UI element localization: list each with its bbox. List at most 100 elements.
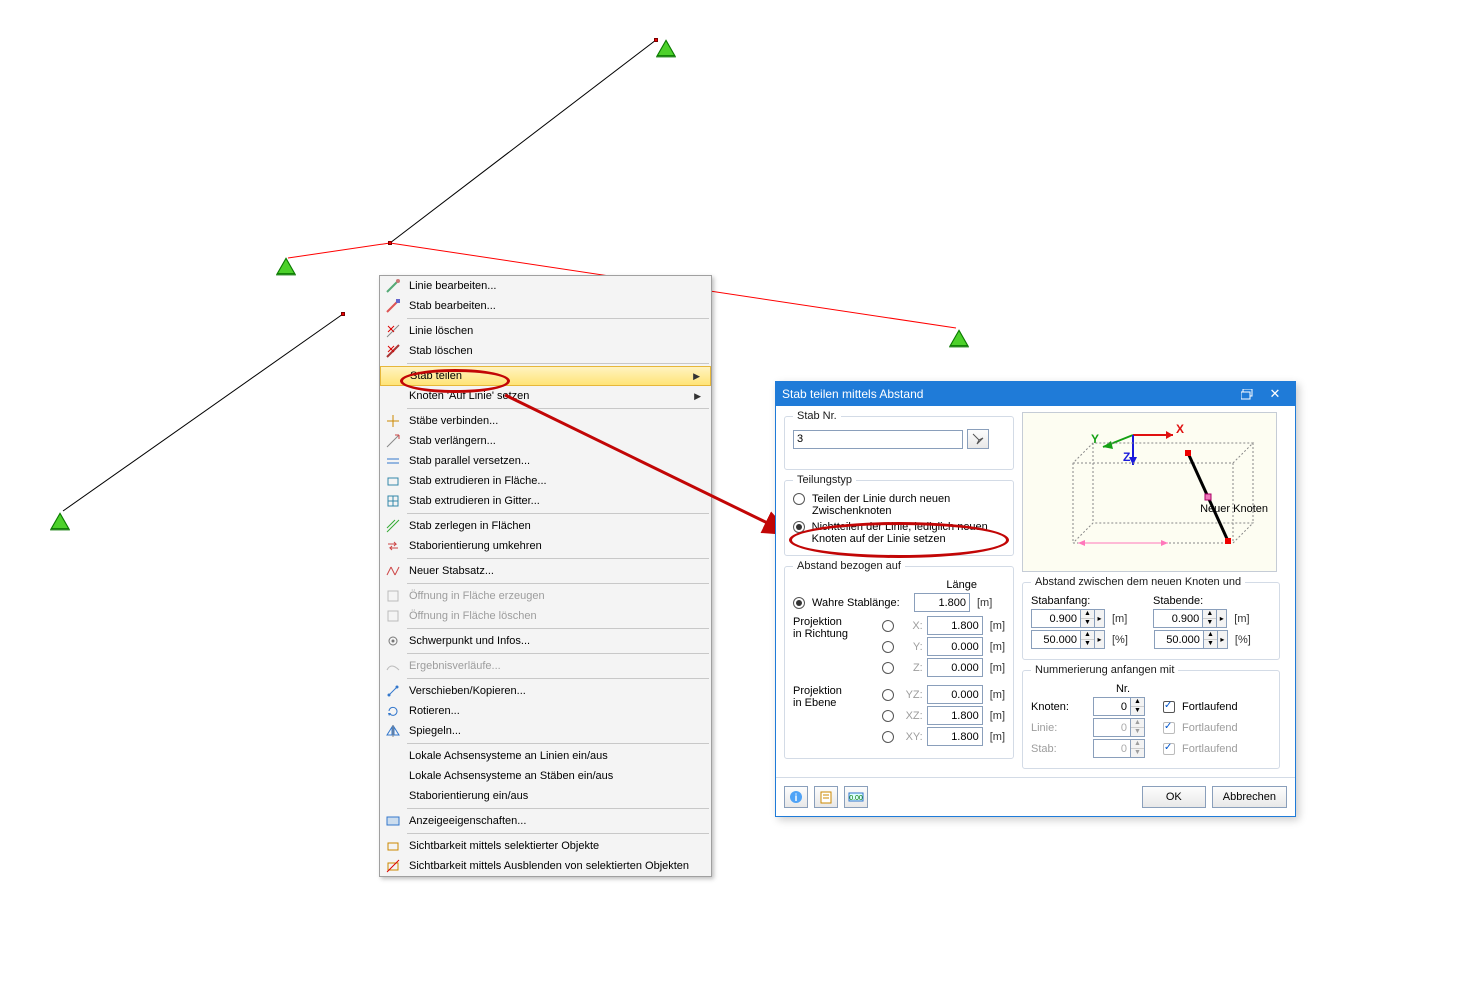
radio-z[interactable]: Z: [m] [855, 658, 1005, 677]
submenu-arrow-icon: ▶ [693, 371, 706, 382]
cancel-button[interactable]: Abbrechen [1212, 786, 1287, 808]
menu-stab-verlaengern[interactable]: Stab verlängern... [380, 431, 711, 451]
menu-stab-zerlegen[interactable]: Stab zerlegen in Flächen [380, 516, 711, 536]
stab-nr-num [1093, 739, 1131, 758]
len-x[interactable] [927, 616, 983, 635]
unit-label: [m] [990, 710, 1005, 722]
group-legend: Stab Nr. [793, 410, 841, 422]
extrude-surface-icon [385, 473, 401, 489]
menu-linie-bearbeiten[interactable]: Linie bearbeiten... [380, 276, 711, 296]
check-label: Fortlaufend [1182, 722, 1238, 734]
support-right[interactable] [948, 328, 970, 348]
node-center[interactable] [388, 241, 392, 245]
menu-linie-loeschen[interactable]: Linie löschen [380, 321, 711, 341]
menu-label: Knoten 'Auf Linie' setzen [405, 390, 694, 402]
display-icon [385, 813, 401, 829]
menu-label: Lokale Achsensysteme an Linien ein/aus [405, 750, 707, 762]
ok-button[interactable]: OK [1142, 786, 1206, 808]
support-top[interactable] [655, 38, 677, 58]
units-button[interactable]: 0.00 [844, 786, 868, 808]
ende-pct[interactable] [1154, 630, 1204, 649]
menu-achsen-staebe[interactable]: Lokale Achsensysteme an Stäben ein/aus [380, 766, 711, 786]
default-button[interactable] [814, 786, 838, 808]
menu-sichtbarkeit-sel[interactable]: Sichtbarkeit mittels selektierter Objekt… [380, 836, 711, 856]
menu-label: Anzeigeeigenschaften... [405, 815, 707, 827]
menu-stab-loeschen[interactable]: Stab löschen [380, 341, 711, 361]
menu-stab-teilen[interactable]: Stab teilen ▶ [380, 366, 711, 386]
help-button[interactable]: i [784, 786, 808, 808]
menu-knoten-auf-linie[interactable]: Knoten 'Auf Linie' setzen ▶ [380, 386, 711, 406]
extrude-grid-icon [385, 493, 401, 509]
support-lowerleft[interactable] [49, 511, 71, 531]
visibility-sel-icon [385, 838, 401, 854]
menu-stab-bearbeiten[interactable]: Stab bearbeiten... [380, 296, 711, 316]
anfang-m[interactable] [1031, 609, 1081, 628]
menu-rotieren[interactable]: Rotieren... [380, 701, 711, 721]
len-yz[interactable] [927, 685, 983, 704]
len-z[interactable] [927, 658, 983, 677]
node-midleft[interactable] [341, 312, 345, 316]
menu-label: Linie bearbeiten... [405, 280, 707, 292]
menu-extrudieren-gitter[interactable]: Stab extrudieren in Gitter... [380, 491, 711, 511]
offset-icon [385, 453, 401, 469]
help-icon: i [789, 790, 803, 804]
restore-button[interactable] [1233, 385, 1261, 403]
len-xz[interactable] [927, 706, 983, 725]
dialog-footer: i 0.00 OK Abbrechen [776, 777, 1295, 816]
menu-label: Sichtbarkeit mittels Ausblenden von sele… [405, 860, 707, 872]
fortlaufend-knoten[interactable] [1163, 701, 1175, 713]
len-y[interactable] [927, 637, 983, 656]
menu-label: Stäbe verbinden... [405, 415, 707, 427]
pick-member-button[interactable] [967, 429, 989, 449]
stabanfang-label: Stabanfang: [1031, 595, 1149, 607]
result-icon [385, 658, 401, 674]
ende-m[interactable] [1153, 609, 1203, 628]
explode-icon [385, 518, 401, 534]
radio-xy[interactable]: XY: [m] [855, 727, 1005, 746]
menu-achsen-linien[interactable]: Lokale Achsensysteme an Linien ein/aus [380, 746, 711, 766]
unit-label: [m] [990, 662, 1005, 674]
menu-staebe-verbinden[interactable]: Stäbe verbinden... [380, 411, 711, 431]
menu-label: Sichtbarkeit mittels selektierter Objekt… [405, 840, 707, 852]
menu-anzeige[interactable]: Anzeigeeigenschaften... [380, 811, 711, 831]
menu-stab-parallel[interactable]: Stab parallel versetzen... [380, 451, 711, 471]
radio-x[interactable]: X: [m] [855, 616, 1005, 635]
menu-label: Verschieben/Kopieren... [405, 685, 707, 697]
menu-label: Stab zerlegen in Flächen [405, 520, 707, 532]
group-abstand: Abstand bezogen auf Länge Wahre Stabläng… [784, 566, 1014, 759]
radio-xz[interactable]: XZ: [m] [855, 706, 1005, 725]
menu-verschieben[interactable]: Verschieben/Kopieren... [380, 681, 711, 701]
menu-label: Neuer Stabsatz... [405, 565, 707, 577]
edit-line-icon [385, 278, 401, 294]
close-button[interactable]: ✕ [1261, 385, 1289, 403]
mirror-icon [385, 723, 401, 739]
menu-label: Stab löschen [405, 345, 707, 357]
len-xy[interactable] [927, 727, 983, 746]
delete-member-icon [385, 343, 401, 359]
menu-extrudieren-flaeche[interactable]: Stab extrudieren in Fläche... [380, 471, 711, 491]
unit-label: [m] [977, 597, 992, 609]
dialog-titlebar[interactable]: Stab teilen mittels Abstand ✕ [776, 382, 1295, 406]
anfang-pct[interactable] [1031, 630, 1081, 649]
menu-stabor-umkehren[interactable]: Staborientierung umkehren [380, 536, 711, 556]
menu-schwerpunkt[interactable]: Schwerpunkt und Infos... [380, 631, 711, 651]
menu-spiegeln[interactable]: Spiegeln... [380, 721, 711, 741]
group-nummerierung: Nummerierung anfangen mit Nr. Knoten: ▲▼… [1022, 670, 1280, 769]
radio-y[interactable]: Y: [m] [855, 637, 1005, 656]
menu-label: Stab bearbeiten... [405, 300, 707, 312]
radio-nichtteilen[interactable]: Nichtteilen der Linie, lediglich neuen K… [793, 521, 1005, 545]
preview-graphic: X Y Z [1022, 412, 1277, 572]
units-icon: 0.00 [848, 790, 864, 804]
menu-label: Linie löschen [405, 325, 707, 337]
radio-wahre-stablaenge[interactable]: Wahre Stablänge: [m] [793, 593, 1005, 612]
radio-teilen-linie[interactable]: Teilen der Linie durch neuen Zwischenkno… [793, 493, 1005, 517]
knoten-nr[interactable] [1093, 697, 1131, 716]
support-left[interactable] [275, 256, 297, 276]
menu-sichtbarkeit-hide[interactable]: Sichtbarkeit mittels Ausblenden von sele… [380, 856, 711, 876]
laenge-wahre[interactable] [914, 593, 970, 612]
stabnr-input[interactable] [793, 430, 963, 449]
radio-yz[interactable]: YZ: [m] [855, 685, 1005, 704]
unit-label: [m] [990, 689, 1005, 701]
menu-stabor-einaus[interactable]: Staborientierung ein/aus [380, 786, 711, 806]
menu-neuer-stabsatz[interactable]: Neuer Stabsatz... [380, 561, 711, 581]
